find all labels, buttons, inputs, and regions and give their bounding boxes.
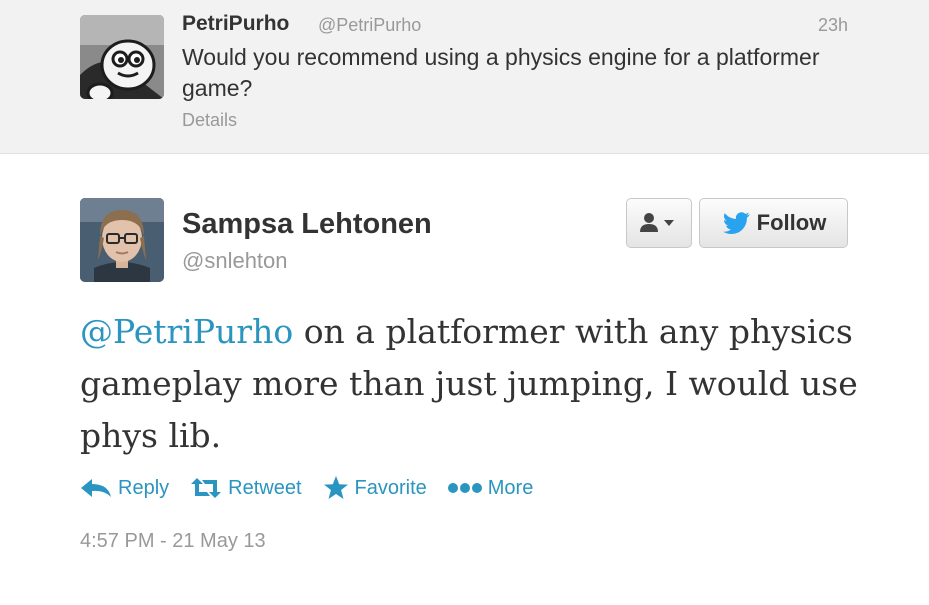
favorite-label: Favorite: [354, 476, 427, 499]
favorite-button[interactable]: Favorite: [323, 476, 427, 500]
tweet-actions: Reply Retweet Favorite More: [80, 474, 554, 502]
tweet-timestamp[interactable]: 4:57 PM - 21 May 13: [80, 530, 266, 553]
more-label: More: [487, 476, 534, 499]
reply-arrow-icon: [80, 478, 112, 498]
tweet-time[interactable]: 23h: [818, 15, 848, 36]
details-link[interactable]: Details: [182, 110, 237, 131]
cartoon-avatar-icon: [80, 15, 164, 99]
twitter-bird-icon: [722, 212, 750, 234]
mention-link[interactable]: @PetriPurho: [80, 312, 293, 351]
profile-photo-icon: [80, 198, 164, 282]
more-button[interactable]: More: [447, 476, 534, 500]
retweet-label: Retweet: [228, 476, 302, 499]
person-dropdown-icon: [640, 213, 674, 232]
star-icon: [323, 476, 349, 500]
more-dots-icon: [447, 482, 482, 494]
follow-label: Follow: [756, 210, 827, 235]
retweet-icon: [190, 477, 222, 499]
author-name[interactable]: PetriPurho: [182, 12, 289, 36]
author-handle[interactable]: @snlehton: [182, 248, 288, 274]
avatar[interactable]: [80, 198, 164, 282]
tweet-text: Would you recommend using a physics engi…: [182, 44, 820, 101]
retweet-button[interactable]: Retweet: [190, 476, 302, 500]
author-name[interactable]: Sampsa Lehtonen: [182, 208, 432, 241]
user-actions-button[interactable]: [626, 198, 692, 248]
parent-tweet[interactable]: PetriPurho @PetriPurho 23h Would you rec…: [0, 0, 929, 154]
avatar[interactable]: [80, 15, 164, 99]
reply-button[interactable]: Reply: [80, 477, 169, 500]
follow-button[interactable]: Follow: [699, 198, 848, 248]
author-handle[interactable]: @PetriPurho: [318, 15, 421, 36]
tweet-text: @PetriPurho on a platformer with any phy…: [80, 306, 860, 462]
reply-label: Reply: [118, 476, 170, 499]
